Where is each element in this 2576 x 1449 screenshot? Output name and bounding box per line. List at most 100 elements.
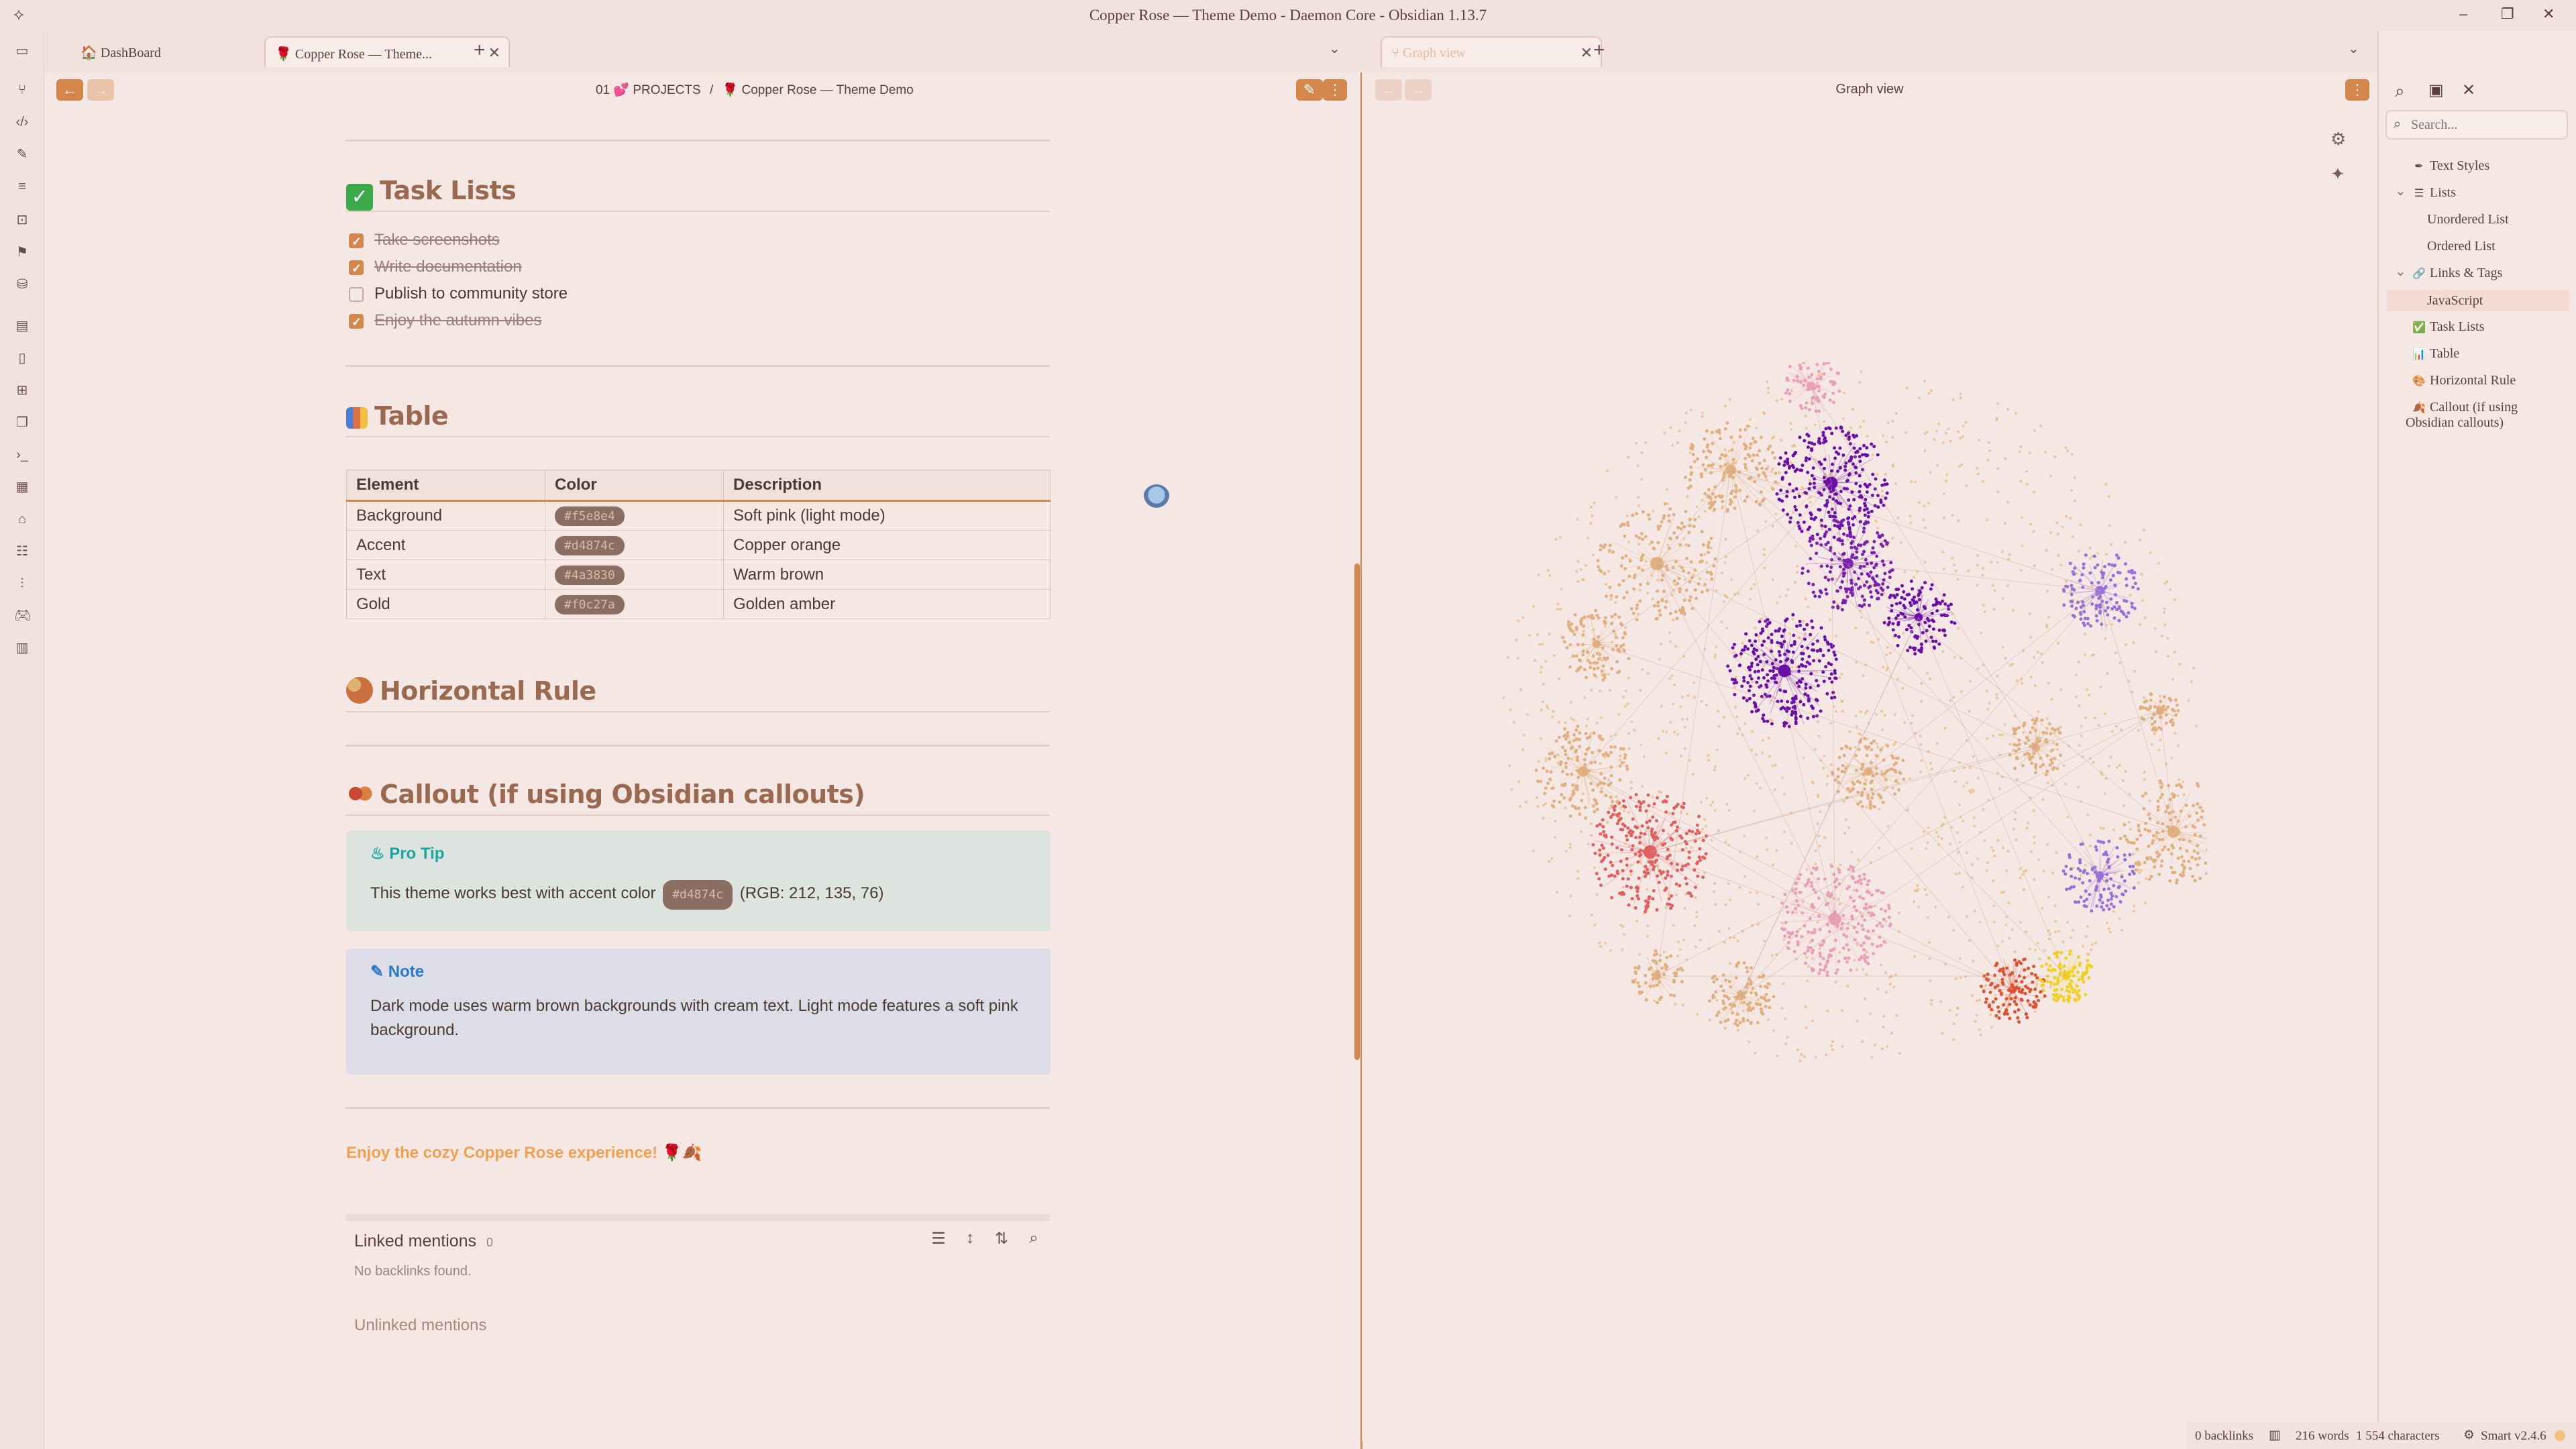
outline-item[interactable]: ✅ Task Lists: [2412, 319, 2484, 335]
graph-node[interactable]: [1778, 664, 1791, 678]
color-code: #d4874c: [663, 880, 733, 910]
checklist-icon[interactable]: ☷: [14, 543, 30, 559]
template-icon[interactable]: ▦: [14, 479, 30, 495]
database-icon[interactable]: ⛁: [14, 276, 30, 292]
plugin-status[interactable]: Smart v2.4.6: [2481, 1429, 2546, 1444]
collapse-chevron-icon[interactable]: ⌄: [2395, 182, 2406, 199]
unlinked-mentions-title[interactable]: Unlinked mentions: [354, 1316, 486, 1335]
brush-icon[interactable]: ✎: [14, 146, 30, 162]
gamepad-icon[interactable]: 🎮︎: [14, 608, 31, 624]
heading-table: Table: [346, 401, 449, 431]
sliders-icon[interactable]: ⫶: [14, 576, 30, 592]
editor-scrollbar[interactable]: [1354, 564, 1360, 1060]
breadcrumb: 01 💕 PROJECTS / 🌹 Copper Rose — Theme De…: [596, 83, 914, 97]
filter-icon[interactable]: ≡: [14, 178, 30, 195]
outline-item[interactable]: JavaScript: [2387, 290, 2569, 311]
word-count: 216 words: [2296, 1429, 2349, 1443]
table-header: Description: [723, 470, 1051, 502]
outline-item[interactable]: 🎨 Horizontal Rule: [2412, 373, 2516, 388]
task-checkbox[interactable]: [349, 310, 364, 334]
graph-animate-icon[interactable]: ✦: [2330, 164, 2345, 184]
editor-content[interactable]: [44, 106, 1361, 1448]
tab-list-right-chevron-icon[interactable]: ⌄: [2348, 40, 2359, 57]
tab-dashboard[interactable]: 🏠 DashBoard ▯: [71, 36, 297, 67]
closing-line: Enjoy the cozy Copper Rose experience! 🌹…: [346, 1144, 702, 1162]
task-checkbox[interactable]: [349, 287, 364, 302]
callout-note-title: ✎ Note: [370, 963, 425, 981]
book-icon[interactable]: ▥: [14, 640, 30, 656]
horizontal-rule: [345, 745, 1050, 747]
more-options-icon[interactable]: ⋮: [1323, 79, 1347, 101]
copy-icon[interactable]: ❐: [14, 415, 30, 431]
reading-icon[interactable]: ▥: [2269, 1428, 2281, 1443]
task-checkbox[interactable]: [349, 256, 364, 280]
flag-icon[interactable]: ⚑: [14, 244, 30, 260]
dashboard-icon[interactable]: ▤: [14, 318, 30, 334]
palette-icon: [346, 677, 373, 704]
obsidian-window: { "window":{"title":"Copper Rose — Theme…: [0, 0, 2576, 1449]
tab-graph-view[interactable]: ⑂ Graph view ✕: [1381, 36, 1602, 67]
callout-note: ✎ Note Dark mode uses warm brown backgro…: [346, 949, 1051, 1075]
search-input[interactable]: [2411, 115, 2559, 134]
forward-arrow-icon[interactable]: →: [87, 79, 114, 101]
sidebar-layout-icon[interactable]: ▣: [2428, 80, 2444, 100]
backlinks-divider: [345, 1214, 1050, 1221]
code-icon[interactable]: ‹/›: [14, 114, 30, 130]
terminal-icon[interactable]: ›_: [14, 447, 30, 463]
breadcrumb-note[interactable]: 🌹 Copper Rose — Theme Demo: [722, 83, 914, 97]
outline-item[interactable]: 📊 Table: [2412, 346, 2459, 362]
close-window-icon[interactable]: ✕: [2542, 5, 2555, 23]
minimize-icon[interactable]: –: [2459, 5, 2467, 23]
smart-plugin-icon[interactable]: ⚙: [2463, 1428, 2475, 1443]
floating-avatar-icon[interactable]: [1143, 484, 1170, 511]
graph-nodes-icon[interactable]: ⑂: [14, 82, 30, 98]
task-checkbox[interactable]: [349, 229, 364, 254]
edit-pencil-icon[interactable]: ✎: [1296, 79, 1323, 101]
check-box-icon: ✓: [346, 184, 373, 211]
callout-tip: ♨ Pro Tip This theme works best with acc…: [346, 830, 1051, 931]
breadcrumb-folder[interactable]: 01 💕 PROJECTS: [596, 83, 701, 97]
home-icon[interactable]: ⌂: [14, 511, 30, 527]
sort-icon[interactable]: ⇅: [991, 1229, 1012, 1249]
outline-label: Task Lists: [2430, 319, 2485, 334]
chart-icon: [346, 407, 368, 429]
sidebar-close-icon[interactable]: ✕: [2462, 80, 2475, 100]
outline-item[interactable]: ⌄ ☰ Lists: [2395, 184, 2456, 201]
linked-mentions-title[interactable]: Linked mentions 0: [354, 1232, 493, 1251]
outline-heading-icon: 🎨: [2412, 376, 2426, 387]
search-backlinks-icon[interactable]: ⌕: [1024, 1229, 1044, 1249]
table-row: Gold #f0c27a Golden amber: [346, 589, 1051, 619]
grid-icon[interactable]: ⊞: [14, 382, 30, 398]
expand-icon[interactable]: ↕: [960, 1229, 980, 1249]
canvas-icon[interactable]: ⊡: [14, 212, 30, 228]
outline-heading-icon: ✒: [2414, 161, 2424, 172]
restore-icon[interactable]: ❐: [2501, 5, 2514, 23]
tab-list-chevron-icon[interactable]: ⌄: [1329, 40, 1340, 57]
new-tab-right-icon[interactable]: +: [1593, 39, 1605, 62]
outline-item[interactable]: Unordered List: [2427, 212, 2509, 227]
divider: [345, 211, 1050, 212]
backlinks-count[interactable]: 0 backlinks: [2195, 1429, 2253, 1444]
new-tab-icon[interactable]: +: [474, 39, 486, 62]
list-view-icon[interactable]: ☰: [928, 1229, 949, 1249]
autumn-leaves-icon: [346, 780, 373, 807]
toggle-sidebar-icon[interactable]: ▭: [14, 43, 30, 59]
color-code: #d4874c: [555, 535, 625, 555]
collapse-chevron-icon[interactable]: ⌄: [2395, 263, 2406, 280]
graph-settings-icon[interactable]: ⚙: [2330, 129, 2346, 150]
right-sidebar: ⌕ ▣ ✕ ⌕ ✒ Text Styles ⌄ ☰ Lists Unordered Lis…: [2377, 31, 2576, 1432]
outline-item[interactable]: Ordered List: [2427, 239, 2496, 254]
outline-item[interactable]: ✒ Text Styles: [2412, 158, 2489, 174]
back-arrow-icon[interactable]: ←: [56, 79, 83, 101]
graph-view-canvas[interactable]: [1496, 362, 2207, 1073]
file-icon[interactable]: ▯: [14, 350, 30, 366]
dashboard-tab-icon: 🏠: [80, 46, 101, 60]
editor-header: ← → 01 💕 PROJECTS / 🌹 Copper Rose — Them…: [44, 72, 1361, 106]
sidebar-search-field[interactable]: ⌕: [2385, 110, 2568, 140]
sidebar-search-icon[interactable]: ⌕: [2395, 80, 2405, 102]
outline-item[interactable]: ⌄ 🔗 Links & Tags: [2395, 264, 2502, 281]
close-tab-icon[interactable]: ✕: [488, 44, 500, 62]
graph-more-icon[interactable]: ⋮: [2345, 79, 2369, 101]
outline-item[interactable]: 🍂 Callout (if using Obsidian callouts): [2406, 400, 2518, 431]
close-graph-tab-icon[interactable]: ✕: [1580, 44, 1593, 62]
